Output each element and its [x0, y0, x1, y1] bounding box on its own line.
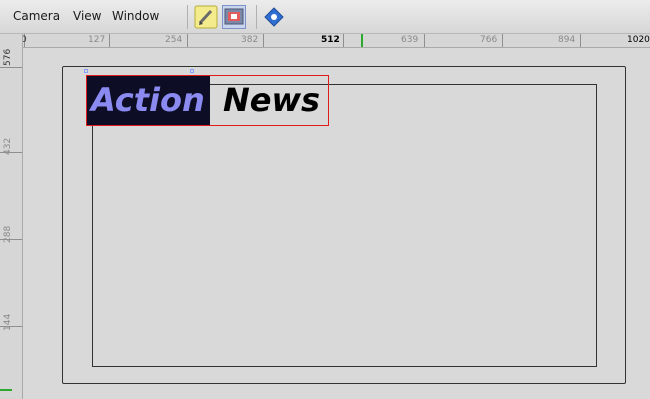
- ruler-label: 288: [3, 225, 13, 243]
- ruler-label-highlight: 512: [321, 35, 340, 45]
- navigator-button[interactable]: [262, 5, 286, 29]
- pencil-tool-button[interactable]: [194, 5, 218, 29]
- menu-camera[interactable]: Camera: [13, 9, 60, 23]
- toolbar-separator: [187, 5, 188, 29]
- pencil-tool-icon: [194, 5, 218, 29]
- camera-preview-button[interactable]: [222, 5, 246, 29]
- safe-title-frame: [92, 84, 597, 367]
- selection-handle[interactable]: [84, 69, 88, 73]
- ruler-label: 127: [88, 35, 106, 45]
- ruler-label: 254: [165, 35, 183, 45]
- selection-handle[interactable]: [190, 69, 194, 73]
- ruler-label: 639: [401, 35, 419, 45]
- ruler-cursor-marker: [361, 34, 363, 47]
- vertical-ruler: 576 432 288 144: [0, 34, 23, 399]
- selection-outline: [86, 75, 329, 126]
- camera-preview-icon: [224, 8, 244, 25]
- ruler-label: 382: [241, 35, 259, 45]
- horizontal-ruler: 0 127 254 382 512 639 766 894 1020: [0, 34, 650, 48]
- menubar: Camera View Window: [0, 0, 650, 34]
- menu-window[interactable]: Window: [112, 9, 159, 23]
- navigator-diamond-icon: [264, 7, 284, 27]
- ruler-cursor-marker: [0, 389, 12, 391]
- toolbar-separator: [256, 5, 257, 29]
- ruler-label: 766: [480, 35, 498, 45]
- ruler-label: 894: [558, 35, 576, 45]
- menu-view[interactable]: View: [73, 9, 101, 23]
- ruler-label: 1020: [627, 35, 650, 45]
- ruler-label: 576: [3, 48, 13, 66]
- ruler-label: 432: [3, 137, 13, 155]
- canvas-viewport[interactable]: Action News: [23, 48, 650, 399]
